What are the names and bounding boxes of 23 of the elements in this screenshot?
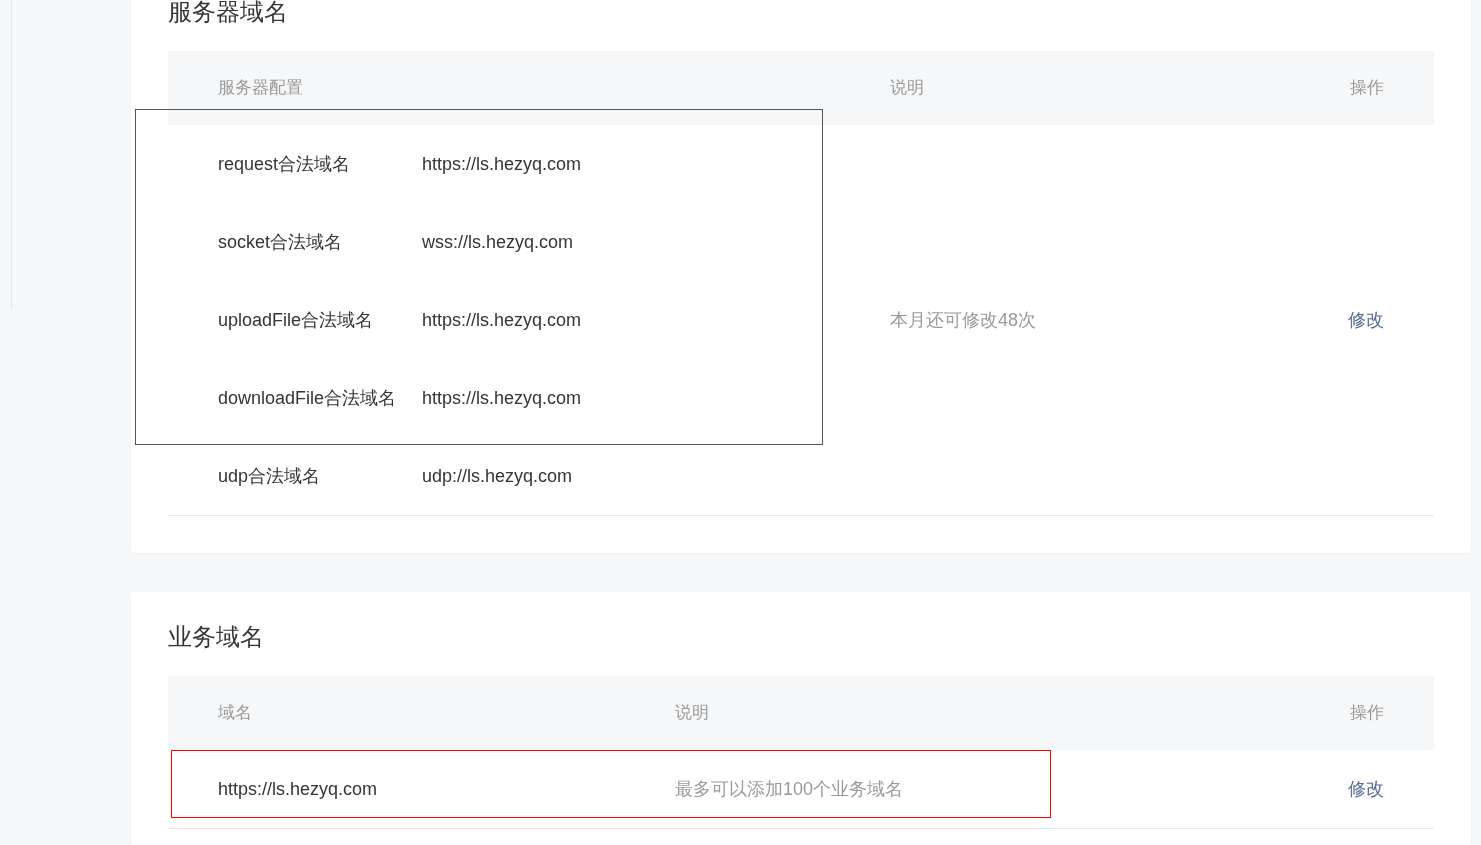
section-title: 业务域名: [168, 622, 265, 652]
column-header: 操作: [1350, 702, 1384, 725]
config-label: downloadFile合法域名: [218, 386, 398, 410]
domain-value: https://ls.hezyq.com: [422, 386, 582, 410]
domain-value: udp://ls.hezyq.com: [422, 464, 573, 488]
config-label: socket合法域名: [218, 230, 344, 254]
config-label: request合法域名: [218, 152, 352, 176]
column-header: 说明: [675, 702, 709, 725]
modify-link[interactable]: 修改: [1348, 775, 1384, 803]
column-header: 操作: [1350, 77, 1384, 100]
description-text: 本月还可修改48次: [890, 308, 1037, 332]
config-label: uploadFile合法域名: [218, 308, 375, 332]
modify-link[interactable]: 修改: [1348, 306, 1384, 334]
config-label: udp合法域名: [218, 464, 322, 488]
domain-value: wss://ls.hezyq.com: [422, 230, 574, 254]
description-text: 最多可以添加100个业务域名: [675, 777, 904, 801]
column-header: 域名: [218, 702, 253, 725]
domain-value: https://ls.hezyq.com: [218, 777, 379, 801]
column-header: 服务器配置: [218, 77, 304, 100]
domain-value: https://ls.hezyq.com: [422, 308, 582, 332]
section-title: 服务器域名: [168, 0, 289, 27]
domain-value: https://ls.hezyq.com: [422, 152, 582, 176]
column-header: 说明: [890, 77, 925, 100]
